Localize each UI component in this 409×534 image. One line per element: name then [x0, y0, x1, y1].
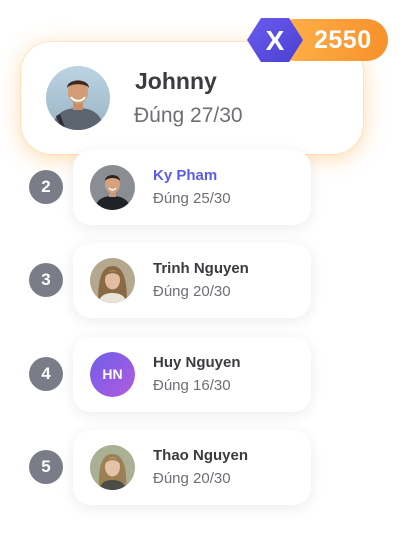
current-user-score: Đúng 27/30 [134, 104, 243, 127]
points-value: 2550 [314, 26, 372, 54]
current-user-avatar [46, 66, 110, 130]
rank-badge: 4 [29, 357, 63, 391]
user-score: Đúng 20/30 [153, 470, 231, 487]
user-avatar [90, 445, 135, 490]
user-initials: HN [90, 352, 135, 397]
user-name: Trinh Nguyen [153, 260, 249, 277]
logo-letter: X [266, 25, 285, 56]
user-score: Đúng 16/30 [153, 377, 231, 394]
rank-badge: 2 [29, 170, 63, 204]
leaderboard-panel: Johnny Đúng 27/30 2550 X 2 Ky Pham Đúng … [0, 0, 409, 534]
points-badge[interactable]: 2550 X [246, 17, 388, 63]
leaderboard-row[interactable]: Thao Nguyen Đúng 20/30 [73, 430, 311, 505]
leaderboard-row[interactable]: HN Huy Nguyen Đúng 16/30 [73, 337, 311, 412]
current-user-name: Johnny [135, 68, 217, 94]
leaderboard-row[interactable]: Trinh Nguyen Đúng 20/30 [73, 243, 311, 318]
user-avatar [90, 258, 135, 303]
user-score: Đúng 25/30 [153, 190, 231, 207]
rank-badge: 5 [29, 450, 63, 484]
user-name: Huy Nguyen [153, 354, 241, 371]
user-avatar [90, 165, 135, 210]
user-score: Đúng 20/30 [153, 283, 231, 300]
x-hexagon-logo-icon: X [246, 17, 304, 63]
user-name: Ky Pham [153, 167, 218, 184]
rank-badge: 3 [29, 263, 63, 297]
leaderboard-row[interactable]: Ky Pham Đúng 25/30 [73, 150, 311, 225]
user-name: Thao Nguyen [153, 447, 249, 464]
user-avatar: HN [90, 352, 135, 397]
